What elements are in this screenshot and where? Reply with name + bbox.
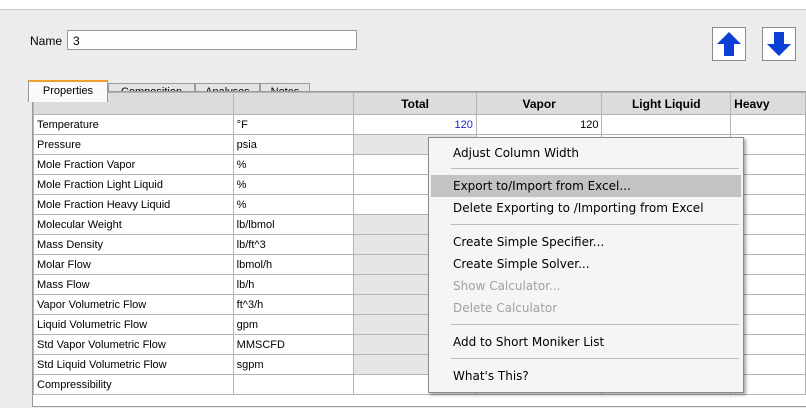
name-label: Name	[30, 34, 63, 48]
property-cell[interactable]: Pressure	[33, 134, 234, 155]
property-cell[interactable]: Temperature	[33, 114, 234, 135]
property-cell[interactable]: Std Liquid Volumetric Flow	[33, 354, 234, 375]
heavy-cell[interactable]	[730, 114, 806, 135]
property-cell[interactable]: Mass Density	[33, 234, 234, 255]
property-cell[interactable]: Std Vapor Volumetric Flow	[33, 334, 234, 355]
unit-cell[interactable]: sgpm	[232, 354, 355, 375]
column-header-unit[interactable]	[232, 92, 355, 115]
property-cell[interactable]: Mass Flow	[33, 274, 234, 295]
property-cell[interactable]: Compressibility	[33, 374, 234, 395]
menu-item-show-calculator: Show Calculator...	[453, 279, 561, 293]
move-up-button[interactable]	[712, 27, 746, 61]
property-cell[interactable]: Mole Fraction Light Liquid	[33, 174, 234, 195]
menu-item-adjust-column-width[interactable]: Adjust Column Width	[431, 142, 741, 164]
unit-cell[interactable]: °F	[232, 114, 355, 135]
menu-item-create-simple-solver[interactable]: Create Simple Solver...	[431, 253, 741, 275]
property-cell[interactable]: Mole Fraction Vapor	[33, 154, 234, 175]
total-cell[interactable]: 120	[353, 114, 477, 135]
light-liquid-cell[interactable]	[601, 114, 732, 135]
unit-cell[interactable]: lb/lbmol	[232, 214, 355, 235]
unit-cell[interactable]: %	[232, 174, 355, 195]
menu-separator	[451, 224, 739, 225]
unit-cell[interactable]: psia	[232, 134, 355, 155]
column-header-heavy[interactable]: Heavy	[730, 92, 806, 115]
vapor-cell[interactable]: 120	[475, 114, 603, 135]
unit-cell[interactable]: %	[232, 194, 355, 215]
property-cell[interactable]: Vapor Volumetric Flow	[33, 294, 234, 315]
context-menu: Adjust Column Width Export to/Import fro…	[428, 137, 744, 393]
menu-item-whats-this[interactable]: What's This?	[431, 365, 741, 387]
unit-cell[interactable]: lb/h	[232, 274, 355, 295]
unit-cell[interactable]: lb/ft^3	[232, 234, 355, 255]
column-header-total[interactable]: Total	[353, 92, 477, 115]
menu-item-delete-exporting[interactable]: Delete Exporting to /Importing from Exce…	[431, 197, 741, 219]
unit-cell[interactable]: %	[232, 154, 355, 175]
arrow-up-icon	[717, 32, 741, 56]
unit-cell[interactable]: lbmol/h	[232, 254, 355, 275]
column-header-vapor[interactable]: Vapor	[475, 92, 603, 115]
unit-cell[interactable]: ft^3/h	[232, 294, 355, 315]
menu-separator	[451, 324, 739, 325]
column-header-light-liquid[interactable]: Light Liquid	[601, 92, 732, 115]
menu-item-delete-calculator: Delete Calculator	[453, 301, 558, 315]
menu-separator	[451, 168, 739, 169]
property-cell[interactable]: Molecular Weight	[33, 214, 234, 235]
menu-item-create-simple-specifier[interactable]: Create Simple Specifier...	[431, 231, 741, 253]
property-cell[interactable]: Liquid Volumetric Flow	[33, 314, 234, 335]
menu-item-export-import-excel[interactable]: Export to/Import from Excel...	[431, 175, 741, 197]
property-cell[interactable]: Molar Flow	[33, 254, 234, 275]
move-down-button[interactable]	[762, 27, 796, 61]
name-field[interactable]: 3	[67, 30, 357, 50]
arrow-down-icon	[767, 32, 791, 56]
unit-cell[interactable]: MMSCFD	[232, 334, 355, 355]
tab-properties[interactable]: Properties	[28, 80, 108, 102]
table-row: Temperature °F 120 120	[33, 114, 806, 135]
unit-cell[interactable]	[232, 374, 355, 395]
menu-item-add-short-moniker[interactable]: Add to Short Moniker List	[431, 331, 741, 353]
property-cell[interactable]: Mole Fraction Heavy Liquid	[33, 194, 234, 215]
unit-cell[interactable]: gpm	[232, 314, 355, 335]
menu-separator	[451, 358, 739, 359]
